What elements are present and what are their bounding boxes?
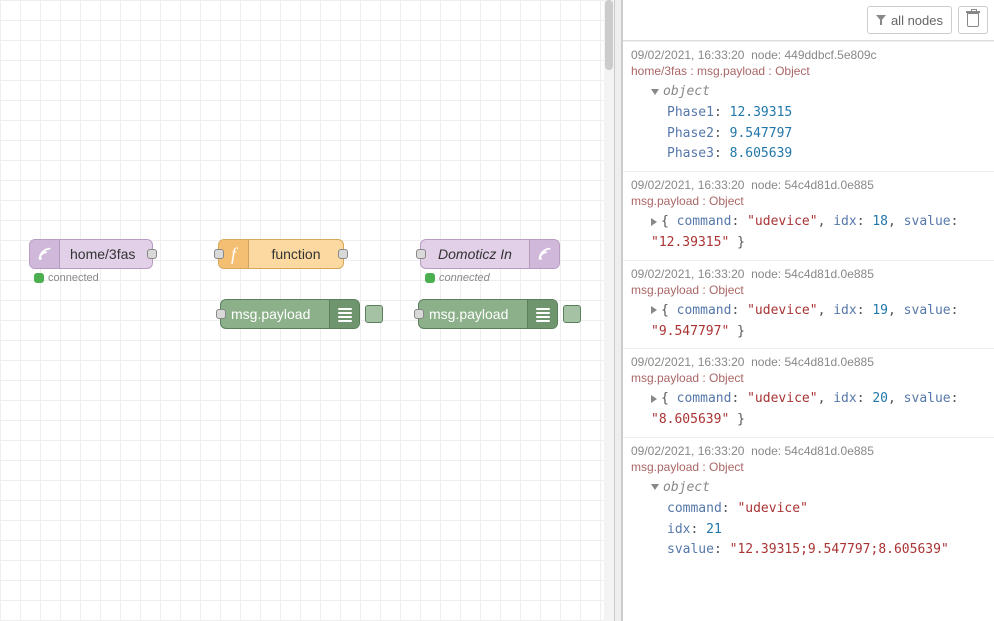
- expand-caret-icon[interactable]: [651, 306, 657, 314]
- debug-message[interactable]: 09/02/2021, 16:33:20 node: 54c4d81d.0e88…: [623, 348, 994, 437]
- canvas-scrollbar[interactable]: [604, 0, 614, 621]
- object-property[interactable]: command: "udevice": [631, 499, 986, 520]
- node-status: connected: [425, 272, 490, 284]
- message-node-id: node: 54c4d81d.0e885: [744, 178, 873, 192]
- input-port[interactable]: [416, 249, 426, 259]
- message-node-id: node: 54c4d81d.0e885: [744, 355, 873, 369]
- trash-icon: [967, 13, 979, 27]
- object-property[interactable]: Phase1: 12.39315: [631, 103, 986, 124]
- input-port[interactable]: [216, 309, 226, 319]
- mqtt-icon: [30, 240, 60, 268]
- message-body: { command: "udevice", idx: 18, svalue: "…: [631, 212, 986, 254]
- clear-button[interactable]: [958, 6, 988, 34]
- message-header: 09/02/2021, 16:33:20 node: 54c4d81d.0e88…: [631, 355, 986, 369]
- node-label: msg.payload: [221, 306, 329, 322]
- object-property[interactable]: Phase2: 9.547797: [631, 124, 986, 145]
- filter-icon: [876, 15, 886, 25]
- collapsed-object[interactable]: { command: "udevice", idx: 20, svalue: "…: [631, 389, 986, 431]
- message-header: 09/02/2021, 16:33:20 node: 54c4d81d.0e88…: [631, 178, 986, 192]
- message-topic: msg.payload : Object: [631, 194, 986, 208]
- panel-resize-handle[interactable]: [614, 0, 622, 621]
- app-root: home/3fas connected f function Domoticz …: [0, 0, 994, 621]
- expand-caret-icon[interactable]: [651, 89, 659, 95]
- debug-panel: all nodes 09/02/2021, 16:33:20 node: 449…: [622, 0, 994, 621]
- node-mqtt-in[interactable]: home/3fas connected: [29, 239, 153, 269]
- wires-layer: [0, 0, 300, 150]
- debug-toolbar: all nodes: [623, 0, 994, 41]
- node-label: home/3fas: [60, 246, 152, 262]
- object-property[interactable]: Phase3: 8.605639: [631, 144, 986, 165]
- debug-icon: [527, 300, 557, 328]
- expand-caret-icon[interactable]: [651, 484, 659, 490]
- message-header: 09/02/2021, 16:33:20 node: 449ddbcf.5e80…: [631, 48, 986, 62]
- debug-message[interactable]: 09/02/2021, 16:33:20 node: 54c4d81d.0e88…: [623, 171, 994, 260]
- scrollbar-thumb[interactable]: [605, 0, 613, 70]
- message-node-id: node: 54c4d81d.0e885: [744, 444, 873, 458]
- debug-message[interactable]: 09/02/2021, 16:33:20 node: 54c4d81d.0e88…: [623, 437, 994, 567]
- message-time: 09/02/2021, 16:33:20: [631, 355, 744, 369]
- debug-message[interactable]: 09/02/2021, 16:33:20 node: 54c4d81d.0e88…: [623, 260, 994, 349]
- node-debug-2[interactable]: msg.payload: [418, 299, 558, 329]
- object-property[interactable]: svalue: "12.39315;9.547797;8.605639": [631, 540, 986, 561]
- node-label: Domoticz In: [421, 246, 529, 262]
- message-body: { command: "udevice", idx: 20, svalue: "…: [631, 389, 986, 431]
- message-node-id: node: 54c4d81d.0e885: [744, 267, 873, 281]
- expand-caret-icon[interactable]: [651, 218, 657, 226]
- object-property[interactable]: idx: 21: [631, 520, 986, 541]
- message-time: 09/02/2021, 16:33:20: [631, 444, 744, 458]
- output-port[interactable]: [147, 249, 157, 259]
- node-function[interactable]: f function: [218, 239, 344, 269]
- collapsed-object[interactable]: { command: "udevice", idx: 18, svalue: "…: [631, 212, 986, 254]
- type-label: object: [663, 84, 710, 99]
- message-topic: msg.payload : Object: [631, 460, 986, 474]
- input-port[interactable]: [414, 309, 424, 319]
- message-time: 09/02/2021, 16:33:20: [631, 267, 744, 281]
- collapsed-object[interactable]: { command: "udevice", idx: 19, svalue: "…: [631, 301, 986, 343]
- node-label: function: [249, 246, 343, 262]
- message-topic: home/3fas : msg.payload : Object: [631, 64, 986, 78]
- filter-button[interactable]: all nodes: [867, 6, 952, 34]
- debug-message[interactable]: 09/02/2021, 16:33:20 node: 449ddbcf.5e80…: [623, 41, 994, 171]
- type-label: object: [663, 480, 710, 495]
- debug-toggle[interactable]: [365, 305, 383, 323]
- message-body: { command: "udevice", idx: 19, svalue: "…: [631, 301, 986, 343]
- mqtt-icon: [529, 240, 559, 268]
- node-debug-1[interactable]: msg.payload: [220, 299, 360, 329]
- message-topic: msg.payload : Object: [631, 371, 986, 385]
- message-body: object Phase1: 12.39315Phase2: 9.547797Ph…: [631, 82, 986, 165]
- node-label: msg.payload: [419, 306, 527, 322]
- message-time: 09/02/2021, 16:33:20: [631, 48, 744, 62]
- expand-caret-icon[interactable]: [651, 395, 657, 403]
- output-port[interactable]: [338, 249, 348, 259]
- debug-messages[interactable]: 09/02/2021, 16:33:20 node: 449ddbcf.5e80…: [623, 41, 994, 621]
- message-body: object command: "udevice"idx: 21svalue: "…: [631, 478, 986, 561]
- node-mqtt-out[interactable]: Domoticz In connected: [420, 239, 560, 269]
- input-port[interactable]: [214, 249, 224, 259]
- node-status: connected: [34, 272, 99, 284]
- message-header: 09/02/2021, 16:33:20 node: 54c4d81d.0e88…: [631, 267, 986, 281]
- debug-icon: [329, 300, 359, 328]
- debug-toggle[interactable]: [563, 305, 581, 323]
- message-header: 09/02/2021, 16:33:20 node: 54c4d81d.0e88…: [631, 444, 986, 458]
- filter-label: all nodes: [891, 13, 943, 28]
- message-time: 09/02/2021, 16:33:20: [631, 178, 744, 192]
- flow-canvas[interactable]: home/3fas connected f function Domoticz …: [0, 0, 614, 621]
- message-topic: msg.payload : Object: [631, 283, 986, 297]
- message-node-id: node: 449ddbcf.5e809c: [744, 48, 876, 62]
